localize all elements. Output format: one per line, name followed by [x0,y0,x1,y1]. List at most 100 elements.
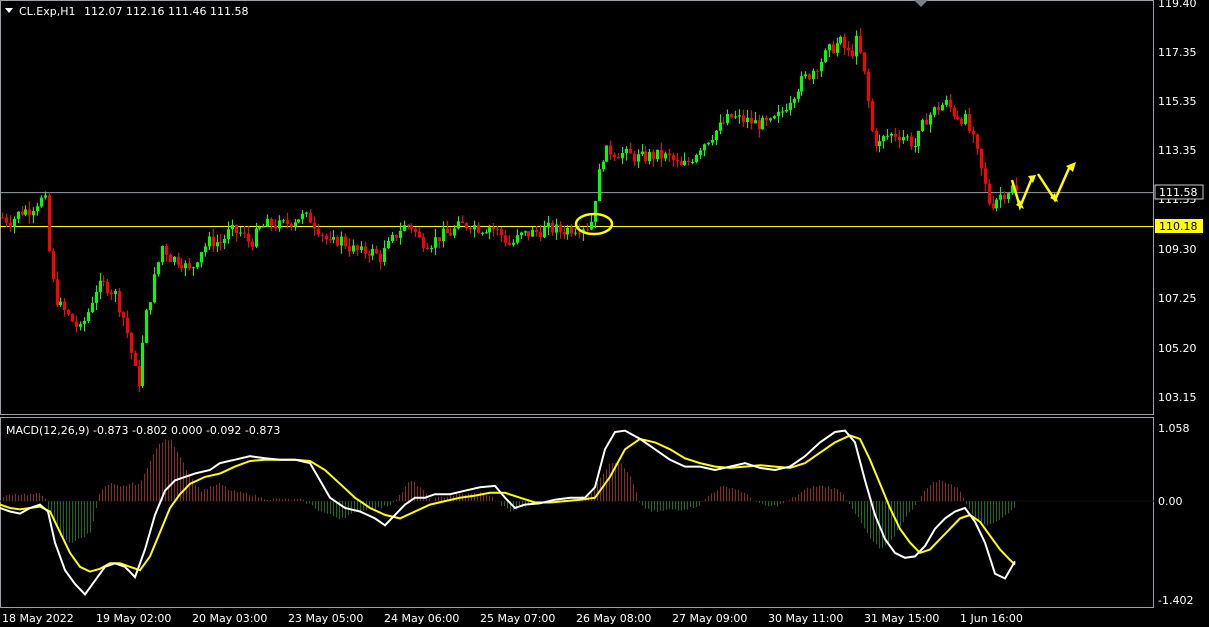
candle-body [972,130,975,135]
candle-body [871,100,874,131]
candle-body [843,36,846,49]
candle-body [988,183,991,204]
candle-body [255,228,258,247]
candle-body [403,225,406,231]
candle-body [469,227,472,230]
candle-body [407,225,410,227]
time-tick: 30 May 11:00 [768,612,843,625]
candle-body [138,365,141,387]
candle-body [32,211,35,216]
candle-body [590,221,593,230]
candle-body [652,151,655,160]
candle-body [457,221,460,229]
candle-body [886,135,889,137]
candle-body [329,239,332,241]
candle-body [87,312,90,321]
candle-body [290,223,293,227]
candle-body [488,227,491,233]
candle-body [149,302,152,311]
candle-body [543,227,546,238]
candle-body [968,114,971,131]
price-tick: 115.35 [1158,95,1197,108]
candle-body [527,231,530,237]
candle-body [613,154,616,158]
candle-body [438,237,441,242]
candle-body [956,116,959,119]
candle-body [531,229,534,237]
candle-body [177,256,180,265]
candle-body [804,74,807,77]
candle-body [24,209,27,215]
candle-body [559,224,562,232]
macd-tick: -1.402 [1158,594,1193,607]
candle-body [317,228,320,235]
candle-body [17,211,20,219]
candle-body [118,291,121,313]
candle-body [262,226,265,228]
candle-body [976,134,979,149]
candle-body [274,225,277,229]
candle-body [504,235,507,243]
candle-body [758,120,761,130]
candle-body [235,224,238,234]
candle-body [730,114,733,118]
candle-body [781,111,784,113]
candle-body [699,150,702,156]
candle-body [726,114,729,124]
candle-body [294,222,297,227]
candle-body [824,50,827,62]
candle-body [153,274,156,303]
candle-body [391,234,394,241]
candle-body [508,242,511,245]
candle-body [216,242,219,247]
candle-body [910,136,913,147]
candle-body [539,231,542,238]
candle-body [711,140,714,143]
candle-body [461,221,464,224]
candle-body [223,238,226,244]
candle-body [761,117,764,130]
candle-body [348,246,351,252]
candle-body [13,218,16,227]
trading-chart[interactable]: CL.Exp,H1 112.07 112.16 111.46 111.58 MA… [0,0,1209,627]
candle-body [648,151,651,162]
candle-body [722,122,725,124]
candle-body [656,149,659,160]
candle-body [110,292,113,295]
symbol-label: CL.Exp,H1 [19,5,76,18]
candle-body [676,160,679,162]
time-tick: 18 May 2022 [2,612,74,625]
candle-body [668,153,671,156]
candle-body [617,157,620,159]
candle-body [126,317,129,333]
candle-body [434,237,437,248]
candle-body [180,264,183,269]
candle-body [664,153,667,159]
candle-body [992,203,995,209]
candle-body [36,206,39,212]
candle-body [695,155,698,162]
candle-body [520,232,523,236]
candle-body [426,248,429,250]
candle-body [379,253,382,262]
time-tick: 31 May 15:00 [864,612,939,625]
candle-body [28,209,31,216]
candle-body [964,114,967,124]
candle-body [644,151,647,162]
candle-body [286,220,289,224]
candle-body [945,99,948,105]
price-tick: 119.40 [1158,0,1197,10]
candle-body [941,104,944,111]
candle-body [738,115,741,117]
candle-body [867,71,870,101]
candle-body [356,245,359,251]
current-price-label: 111.58 [1159,186,1198,199]
candle-body [212,236,215,247]
candle-body [173,256,176,262]
candle-body [812,70,815,80]
candle-body [683,160,686,165]
time-axis: 18 May 2022 19 May 02:00 20 May 03:00 23… [2,612,1023,625]
candle-body [777,111,780,117]
candle-body [598,169,601,202]
candle-body [625,148,628,153]
